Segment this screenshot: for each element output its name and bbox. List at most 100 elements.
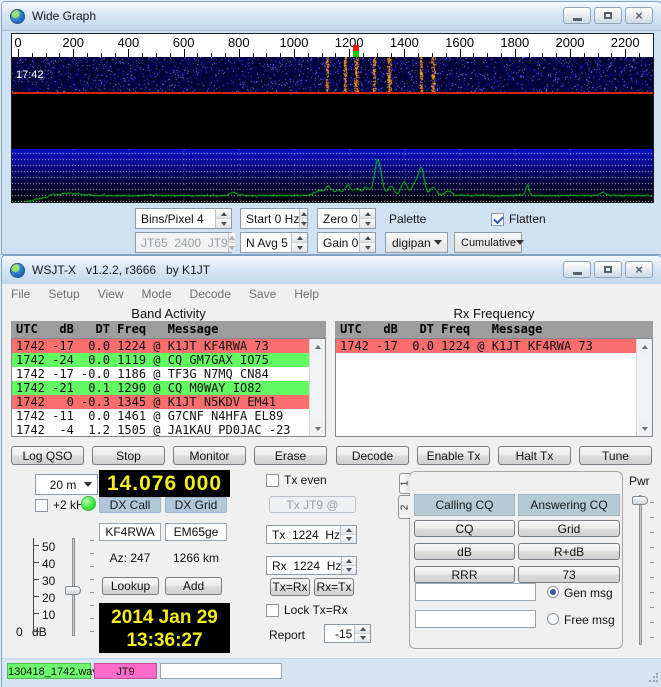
action-button-decode[interactable]: Decode xyxy=(336,446,409,465)
action-button-log-qso[interactable]: Log QSO xyxy=(11,446,84,465)
rx-frequency-list[interactable]: 1742 -17 0.0 1224 @ K1JT KF4RWA 73 xyxy=(335,338,653,437)
gen-msg-field[interactable] xyxy=(415,583,536,601)
spin-buttons[interactable] xyxy=(291,233,307,252)
close-button[interactable]: × xyxy=(625,261,653,278)
scrollbar[interactable] xyxy=(309,339,325,436)
scroll-down-button[interactable] xyxy=(637,421,652,436)
scale-tick xyxy=(570,49,571,57)
spin-buttons[interactable] xyxy=(341,557,356,574)
zero-spinbox[interactable]: Zero 0 xyxy=(317,208,376,229)
maximize-button[interactable] xyxy=(594,261,622,278)
spin-buttons[interactable] xyxy=(340,526,356,543)
minimize-button[interactable] xyxy=(563,261,591,278)
msg-button-rrr[interactable]: RRR xyxy=(414,566,515,583)
action-button-tune[interactable]: Tune xyxy=(579,446,652,465)
checkbox-box xyxy=(35,499,48,512)
msg-button-db[interactable]: dB xyxy=(414,543,515,560)
gen-msg-radio[interactable] xyxy=(547,586,559,598)
scroll-down-button[interactable] xyxy=(310,421,325,436)
menu-item-save[interactable]: Save xyxy=(240,284,285,304)
decode-row[interactable]: 1742 -11 0.0 1461 @ G7CNF N4HFA EL89 xyxy=(12,409,310,423)
scroll-up-button[interactable] xyxy=(310,339,325,354)
spin-buttons[interactable] xyxy=(354,625,370,642)
spin-up-icon xyxy=(360,624,366,631)
scale-label: 1400 xyxy=(390,35,419,50)
decode-row[interactable]: 1742 -17 -0.0 1186 @ TF3G N7MQ CN84 xyxy=(12,367,310,381)
scrollbar[interactable] xyxy=(636,339,652,436)
tx-equals-rx-button[interactable]: Tx=Rx xyxy=(270,578,310,596)
spin-buttons[interactable] xyxy=(299,209,307,228)
spin-buttons[interactable] xyxy=(359,209,375,228)
action-button-halt-tx[interactable]: Halt Tx xyxy=(498,446,571,465)
menu-item-file[interactable]: File xyxy=(2,284,39,304)
resize-grip[interactable] xyxy=(648,673,658,683)
spin-down-icon xyxy=(346,537,352,544)
band-activity-list[interactable]: 1742 -17 0.0 1224 @ K1JT KF4RWA 731742 -… xyxy=(11,338,326,437)
decode-row[interactable]: 1742 -24 0.0 1119 @ CQ GM7GAX IO75 xyxy=(12,353,310,367)
menu-item-help[interactable]: Help xyxy=(285,284,328,304)
start-hz-value: Start 0 Hz xyxy=(241,212,299,226)
decode-row[interactable]: 1742 -4 1.2 1505 @ JA1KAU PD0JAC -23 xyxy=(12,423,310,437)
maximize-button[interactable] xyxy=(594,7,622,24)
menu-item-setup[interactable]: Setup xyxy=(39,284,88,304)
scale-label: 400 xyxy=(118,35,140,50)
flatten-checkbox[interactable]: Flatten xyxy=(491,212,546,226)
add-button[interactable]: Add xyxy=(165,577,222,595)
action-button-erase[interactable]: Erase xyxy=(254,446,327,465)
palette-combobox[interactable]: digipan xyxy=(385,232,448,253)
decode-row[interactable]: 1742 0 -0.3 1345 @ K1JT N5KDV EM41 xyxy=(12,395,310,409)
menu-item-mode[interactable]: Mode xyxy=(133,284,181,304)
band-combobox[interactable]: 20 m xyxy=(35,474,98,495)
bins-pixel-spinbox[interactable]: Bins/Pixel 4 xyxy=(135,208,232,229)
menu-item-view[interactable]: View xyxy=(89,284,133,304)
mode-badge: JT9 xyxy=(94,663,157,679)
action-button-stop[interactable]: Stop xyxy=(92,446,165,465)
msg-button-73[interactable]: 73 xyxy=(518,566,620,583)
minimize-button[interactable] xyxy=(563,7,591,24)
lookup-button[interactable]: Lookup xyxy=(102,577,159,595)
tx-freq-spinbox[interactable]: Tx 1224 Hz xyxy=(266,525,357,544)
dx-grid-field[interactable]: EM65ge xyxy=(165,523,227,541)
pwr-slider-handle[interactable] xyxy=(632,496,648,505)
db-axis-tick xyxy=(34,562,39,563)
decode-row[interactable]: 1742 -17 0.0 1224 @ K1JT KF4RWA 73 xyxy=(12,339,310,353)
spectrum-display[interactable] xyxy=(12,149,653,202)
decode-row[interactable]: 1742 -21 0.1 1290 @ CQ M0WAY IO82 xyxy=(12,381,310,395)
lock-txrx-checkbox[interactable]: Lock Tx=Rx xyxy=(266,603,347,617)
msg-button-grid[interactable]: Grid xyxy=(518,520,620,537)
db-axis-label: 50 xyxy=(42,540,55,554)
free-msg-field[interactable] xyxy=(415,610,536,628)
msg-button-r-db[interactable]: R+dB xyxy=(518,543,620,560)
close-button[interactable]: × xyxy=(625,7,653,24)
pwr-slider-track[interactable] xyxy=(639,495,642,645)
decode-row[interactable]: 1742 -17 0.0 1224 @ K1JT KF4RWA 73 xyxy=(336,339,637,353)
rx-freq-spinbox[interactable]: Rx 1224 Hz xyxy=(266,556,357,575)
msg-button-cq[interactable]: CQ xyxy=(414,520,515,537)
db-axis-label: 40 xyxy=(42,557,55,571)
waterfall-timestamp: 17:42 xyxy=(16,69,44,81)
audio-level-slider-handle[interactable] xyxy=(65,586,81,595)
frequency-scale[interactable]: 0200400600800100012001400160018002000220… xyxy=(12,34,653,57)
report-spinbox[interactable]: -15 xyxy=(324,624,371,643)
flatten-label: Flatten xyxy=(509,212,546,226)
scroll-up-button[interactable] xyxy=(637,339,652,354)
spin-buttons[interactable] xyxy=(359,233,375,252)
start-hz-spinbox[interactable]: Start 0 Hz xyxy=(240,208,308,229)
display-mode-combobox[interactable]: Cumulative xyxy=(454,232,522,253)
action-button-monitor[interactable]: Monitor xyxy=(173,446,246,465)
action-button-enable-tx[interactable]: Enable Tx xyxy=(417,446,490,465)
display-mode-selected: Cumulative xyxy=(455,237,516,249)
gain-spinbox[interactable]: Gain 0 xyxy=(317,232,376,253)
dx-call-field[interactable]: KF4RWA xyxy=(99,523,161,541)
spin-buttons[interactable] xyxy=(215,209,231,228)
free-msg-radio[interactable] xyxy=(547,613,559,625)
tab-2[interactable]: 2 xyxy=(398,495,410,519)
menu-item-decode[interactable]: Decode xyxy=(181,284,240,304)
tab-1[interactable]: 1 xyxy=(399,473,410,494)
n-avg-spinbox[interactable]: N Avg 5 xyxy=(240,232,308,253)
tab-2-label: 2 xyxy=(399,504,410,510)
rx-equals-tx-button[interactable]: Rx=Tx xyxy=(314,578,354,596)
arrow-down-icon xyxy=(642,427,648,434)
waterfall-display[interactable] xyxy=(12,57,653,92)
tx-even-checkbox[interactable]: Tx even xyxy=(266,473,327,487)
